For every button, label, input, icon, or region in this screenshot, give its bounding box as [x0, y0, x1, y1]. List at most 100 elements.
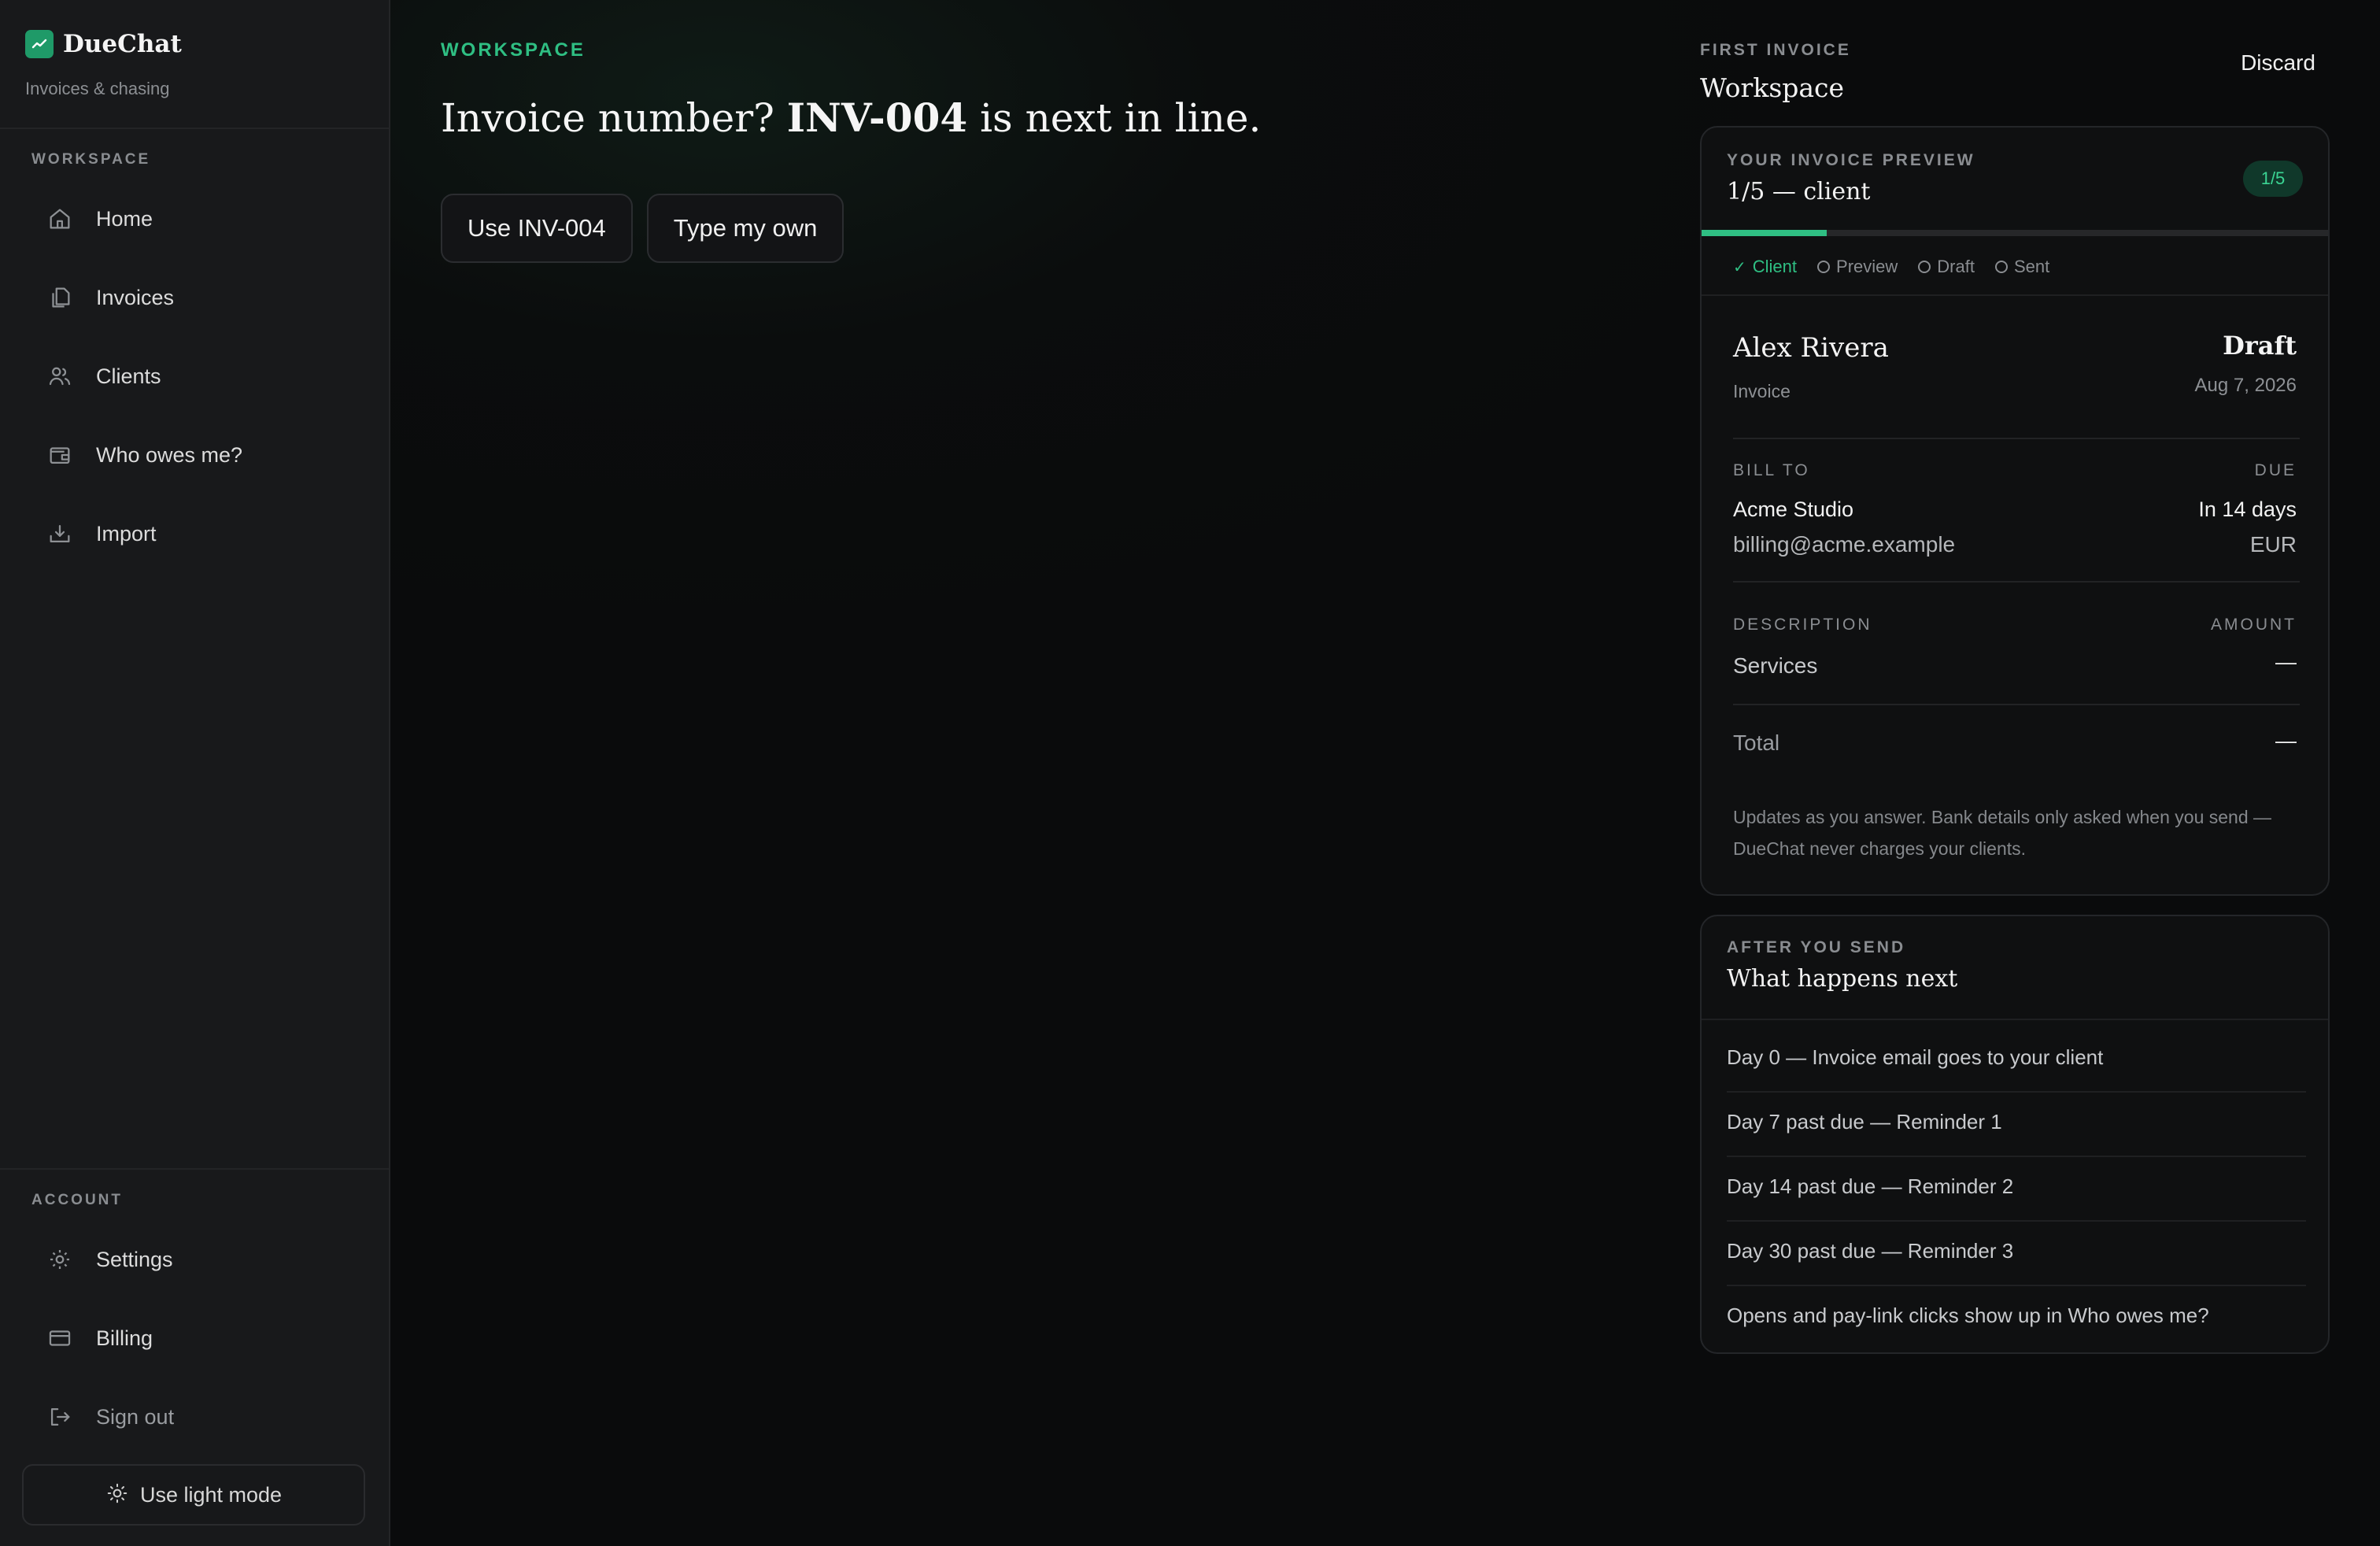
circle-icon: [1918, 261, 1931, 273]
step-sent[interactable]: Sent: [1994, 257, 2050, 277]
due-label: DUE: [2254, 461, 2297, 479]
sidebar-item-label: Clients: [96, 364, 161, 388]
sidebar-item-who-owes-me[interactable]: Who owes me?: [24, 425, 367, 485]
step-label: Sent: [2013, 257, 2050, 276]
workspace-eyebrow: WORKSPACE: [441, 39, 586, 61]
divider: [1733, 581, 2300, 583]
amount-label: AMOUNT: [2211, 616, 2297, 634]
next-title: What happens next: [1727, 965, 1958, 993]
question-highlight: INV-004: [786, 94, 968, 141]
sidebar-item-clients[interactable]: Clients: [24, 346, 367, 406]
bill-to-name: Acme Studio: [1733, 497, 1854, 521]
preview-eyebrow: YOUR INVOICE PREVIEW: [1727, 151, 1975, 169]
sidebar-divider: [0, 128, 389, 129]
timeline-row: Day 30 past due — Reminder 3: [1727, 1239, 2014, 1263]
sidebar-item-import[interactable]: Import: [24, 504, 367, 564]
discard-button[interactable]: Discard: [2241, 50, 2315, 76]
document-type: Invoice: [1733, 381, 1791, 401]
sidebar-item-home[interactable]: Home: [24, 189, 367, 249]
sidebar-item-label: Import: [96, 521, 157, 546]
total-value: —: [2275, 729, 2297, 753]
sidebar-item-billing[interactable]: Billing: [24, 1308, 367, 1368]
step-client[interactable]: ✓ Client: [1733, 257, 1797, 277]
sidebar-item-label: Billing: [96, 1326, 153, 1350]
step-label: Preview: [1836, 257, 1898, 276]
client-name: Alex Rivera: [1733, 332, 1889, 364]
panel-title: Workspace: [1700, 72, 1845, 103]
light-mode-label: Use light mode: [139, 1482, 283, 1507]
circle-icon: [1817, 261, 1831, 273]
bill-to-email: billing@acme.example: [1733, 532, 1956, 557]
step-count-badge: 1/5: [2243, 161, 2303, 197]
invoice-status: Draft: [2223, 331, 2297, 361]
timeline-row: Day 0 — Invoice email goes to your clien…: [1727, 1045, 2104, 1069]
line-item-amount: —: [2275, 650, 2297, 674]
wallet-icon: [44, 439, 76, 471]
question-prefix: Invoice number?: [441, 95, 787, 141]
divider: [1702, 294, 2328, 296]
next-eyebrow: AFTER YOU SEND: [1727, 938, 1906, 956]
description-label: DESCRIPTION: [1733, 616, 1872, 634]
assistant-question: Invoice number? INV-004 is next in line.: [441, 94, 1261, 141]
preview-step-title: 1/5 — client: [1727, 178, 1871, 205]
invoice-date: Aug 7, 2026: [2194, 375, 2297, 396]
documents-icon: [44, 282, 76, 313]
what-happens-next-card: AFTER YOU SEND What happens next Day 0 —…: [1700, 915, 2330, 1354]
preview-note: Updates as you answer. Bank details only…: [1733, 807, 2272, 859]
trend-chart-icon: [25, 30, 54, 58]
due-value: In 14 days: [2198, 497, 2297, 521]
sun-icon: [105, 1481, 129, 1509]
light-mode-button[interactable]: Use light mode: [22, 1464, 365, 1526]
divider: [1727, 1220, 2306, 1222]
home-icon: [44, 203, 76, 235]
sidebar: DueChat Invoices & chasing WORKSPACE Hom…: [0, 0, 390, 1546]
progress-fill: [1702, 230, 1828, 236]
step-label: Draft: [1937, 257, 1975, 276]
sidebar-item-sign-out[interactable]: Sign out: [24, 1387, 367, 1447]
sidebar-item-label: Home: [96, 206, 153, 231]
timeline-row: Opens and pay-link clicks show up in Who…: [1727, 1304, 2209, 1327]
gear-icon: [44, 1244, 76, 1275]
sign-out-icon: [44, 1401, 76, 1433]
divider: [1702, 1019, 2328, 1020]
brand-subtitle: Invoices & chasing: [25, 79, 170, 98]
sidebar-item-invoices[interactable]: Invoices: [24, 268, 367, 327]
sidebar-item-label: Settings: [96, 1247, 173, 1271]
sidebar-item-label: Invoices: [96, 285, 175, 309]
divider: [1727, 1285, 2306, 1286]
divider: [1727, 1091, 2306, 1093]
workspace-section-heading: WORKSPACE: [31, 151, 151, 168]
sidebar-item-label: Sign out: [96, 1404, 175, 1429]
step-preview[interactable]: Preview: [1817, 257, 1898, 277]
sidebar-item-settings[interactable]: Settings: [24, 1230, 367, 1289]
use-suggested-number-button[interactable]: Use INV-004: [441, 194, 633, 263]
brand[interactable]: DueChat: [25, 30, 182, 58]
users-icon: [44, 361, 76, 392]
circle-icon: [1994, 261, 2008, 273]
divider: [1727, 1156, 2306, 1157]
divider: [1733, 704, 2300, 705]
bill-to-label: BILL TO: [1733, 461, 1810, 479]
account-section-heading: ACCOUNT: [31, 1192, 123, 1208]
divider: [1733, 438, 2300, 439]
check-icon: ✓: [1733, 258, 1746, 276]
answer-choices: Use INV-004 Type my own: [441, 194, 844, 263]
sidebar-divider: [0, 1168, 389, 1170]
question-suffix: is next in line.: [967, 95, 1262, 141]
invoice-preview-card: YOUR INVOICE PREVIEW 1/5 — client 1/5 ✓ …: [1700, 126, 2330, 896]
line-item-description: Services: [1733, 653, 1818, 678]
import-icon: [44, 518, 76, 549]
brand-name: DueChat: [63, 30, 182, 58]
currency: EUR: [2249, 532, 2297, 557]
credit-card-icon: [44, 1322, 76, 1354]
panel-eyebrow: FIRST INVOICE: [1700, 41, 1851, 59]
progress-bar: [1702, 230, 2328, 236]
type-own-number-button[interactable]: Type my own: [646, 194, 844, 263]
step-draft[interactable]: Draft: [1918, 257, 1975, 277]
step-label: Client: [1752, 257, 1798, 276]
timeline-row: Day 14 past due — Reminder 2: [1727, 1174, 2014, 1198]
total-label: Total: [1733, 730, 1780, 755]
sidebar-item-label: Who owes me?: [96, 442, 243, 467]
step-list: ✓ Client Preview Draft Sent: [1733, 257, 2049, 277]
timeline-row: Day 7 past due — Reminder 1: [1727, 1110, 2002, 1134]
